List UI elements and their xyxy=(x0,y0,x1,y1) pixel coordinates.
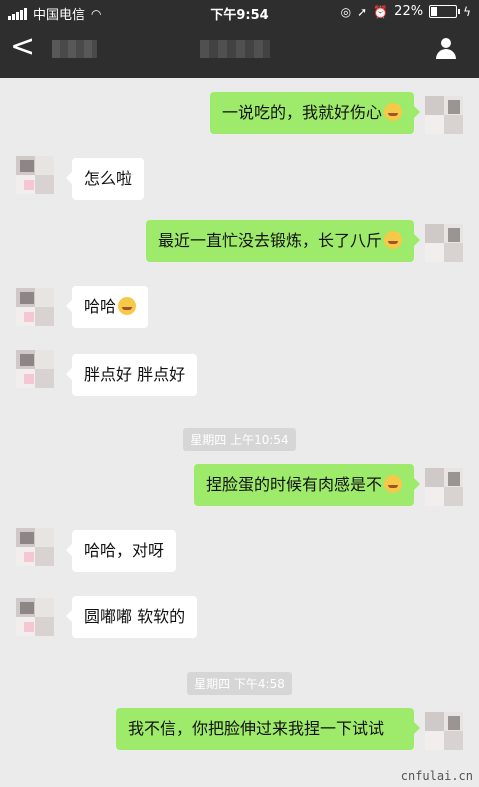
message-text: 哈哈，对呀 xyxy=(84,541,165,560)
message-text: 哈哈 xyxy=(84,297,117,316)
message-bubble-in[interactable]: 怎么啦 xyxy=(65,158,145,200)
my-avatar[interactable] xyxy=(425,96,463,134)
contact-info-button[interactable] xyxy=(435,38,457,60)
my-avatar[interactable] xyxy=(425,712,463,750)
message-bubble-out[interactable]: 我不信，你把脸伸过来我捏一下试试 xyxy=(116,708,420,750)
crying-laughing-emoji-icon xyxy=(384,103,402,121)
message-bubble-out[interactable]: 捏脸蛋的时候有肉感是不 xyxy=(193,464,421,506)
back-button[interactable]: < xyxy=(10,32,35,62)
blurred-title xyxy=(200,40,270,58)
alarm-icon: ⏰ xyxy=(373,4,389,19)
my-avatar[interactable] xyxy=(425,468,463,506)
rolling-laughing-emoji-icon xyxy=(384,231,402,249)
timestamp-text: 星期四 上午10:54 xyxy=(183,428,296,451)
watermark: cnfulai.cn xyxy=(400,769,473,783)
contact-avatar[interactable] xyxy=(16,350,54,388)
message-text: 我不信，你把脸伸过来我捏一下试试 xyxy=(128,719,385,738)
my-avatar[interactable] xyxy=(425,224,463,262)
grinning-emoji-icon xyxy=(118,297,137,315)
contact-avatar[interactable] xyxy=(16,598,54,636)
message-text: 胖点好 胖点好 xyxy=(84,365,186,384)
message-bubble-out[interactable]: 最近一直忙没去锻炼，长了八斤 xyxy=(145,220,421,262)
message-text: 圆嘟嘟 软软的 xyxy=(84,607,186,626)
message-text: 一说吃的，我就好伤心 xyxy=(221,103,382,122)
message-bubble-in[interactable]: 哈哈，对呀 xyxy=(65,530,177,572)
top-bar: 中国电信 ◠ 下午9:54 ◎ ➚ ⏰ 22% ϟ < xyxy=(0,0,479,78)
charging-icon: ϟ xyxy=(463,4,471,19)
battery-icon xyxy=(429,5,461,18)
blurred-contact-name xyxy=(52,40,97,58)
contact-avatar[interactable] xyxy=(16,156,54,194)
message-bubble-in[interactable]: 圆嘟嘟 软软的 xyxy=(65,596,198,638)
battery-percent: 22% xyxy=(394,4,424,19)
message-bubble-in[interactable]: 胖点好 胖点好 xyxy=(65,354,198,396)
message-bubble-out[interactable]: 一说吃的，我就好伤心 xyxy=(209,92,421,134)
smirking-emoji-icon xyxy=(384,475,402,493)
message-text: 怎么啦 xyxy=(84,169,133,188)
chat-timestamp: 星期四 下午4:58 xyxy=(0,672,479,695)
message-text: 最近一直忙没去锻炼，长了八斤 xyxy=(157,231,382,250)
contact-avatar[interactable] xyxy=(16,288,54,326)
message-bubble-in[interactable]: 哈哈 xyxy=(65,286,149,328)
lock-rotation-icon: ◎ xyxy=(340,4,352,19)
status-bar: 中国电信 ◠ 下午9:54 ◎ ➚ ⏰ 22% ϟ xyxy=(0,0,479,24)
person-icon xyxy=(441,38,451,48)
location-icon: ➚ xyxy=(357,4,368,19)
message-text: 捏脸蛋的时候有肉感是不 xyxy=(205,475,382,494)
chat-timestamp: 星期四 上午10:54 xyxy=(0,428,479,451)
timestamp-text: 星期四 下午4:58 xyxy=(187,672,292,695)
contact-avatar[interactable] xyxy=(16,528,54,566)
